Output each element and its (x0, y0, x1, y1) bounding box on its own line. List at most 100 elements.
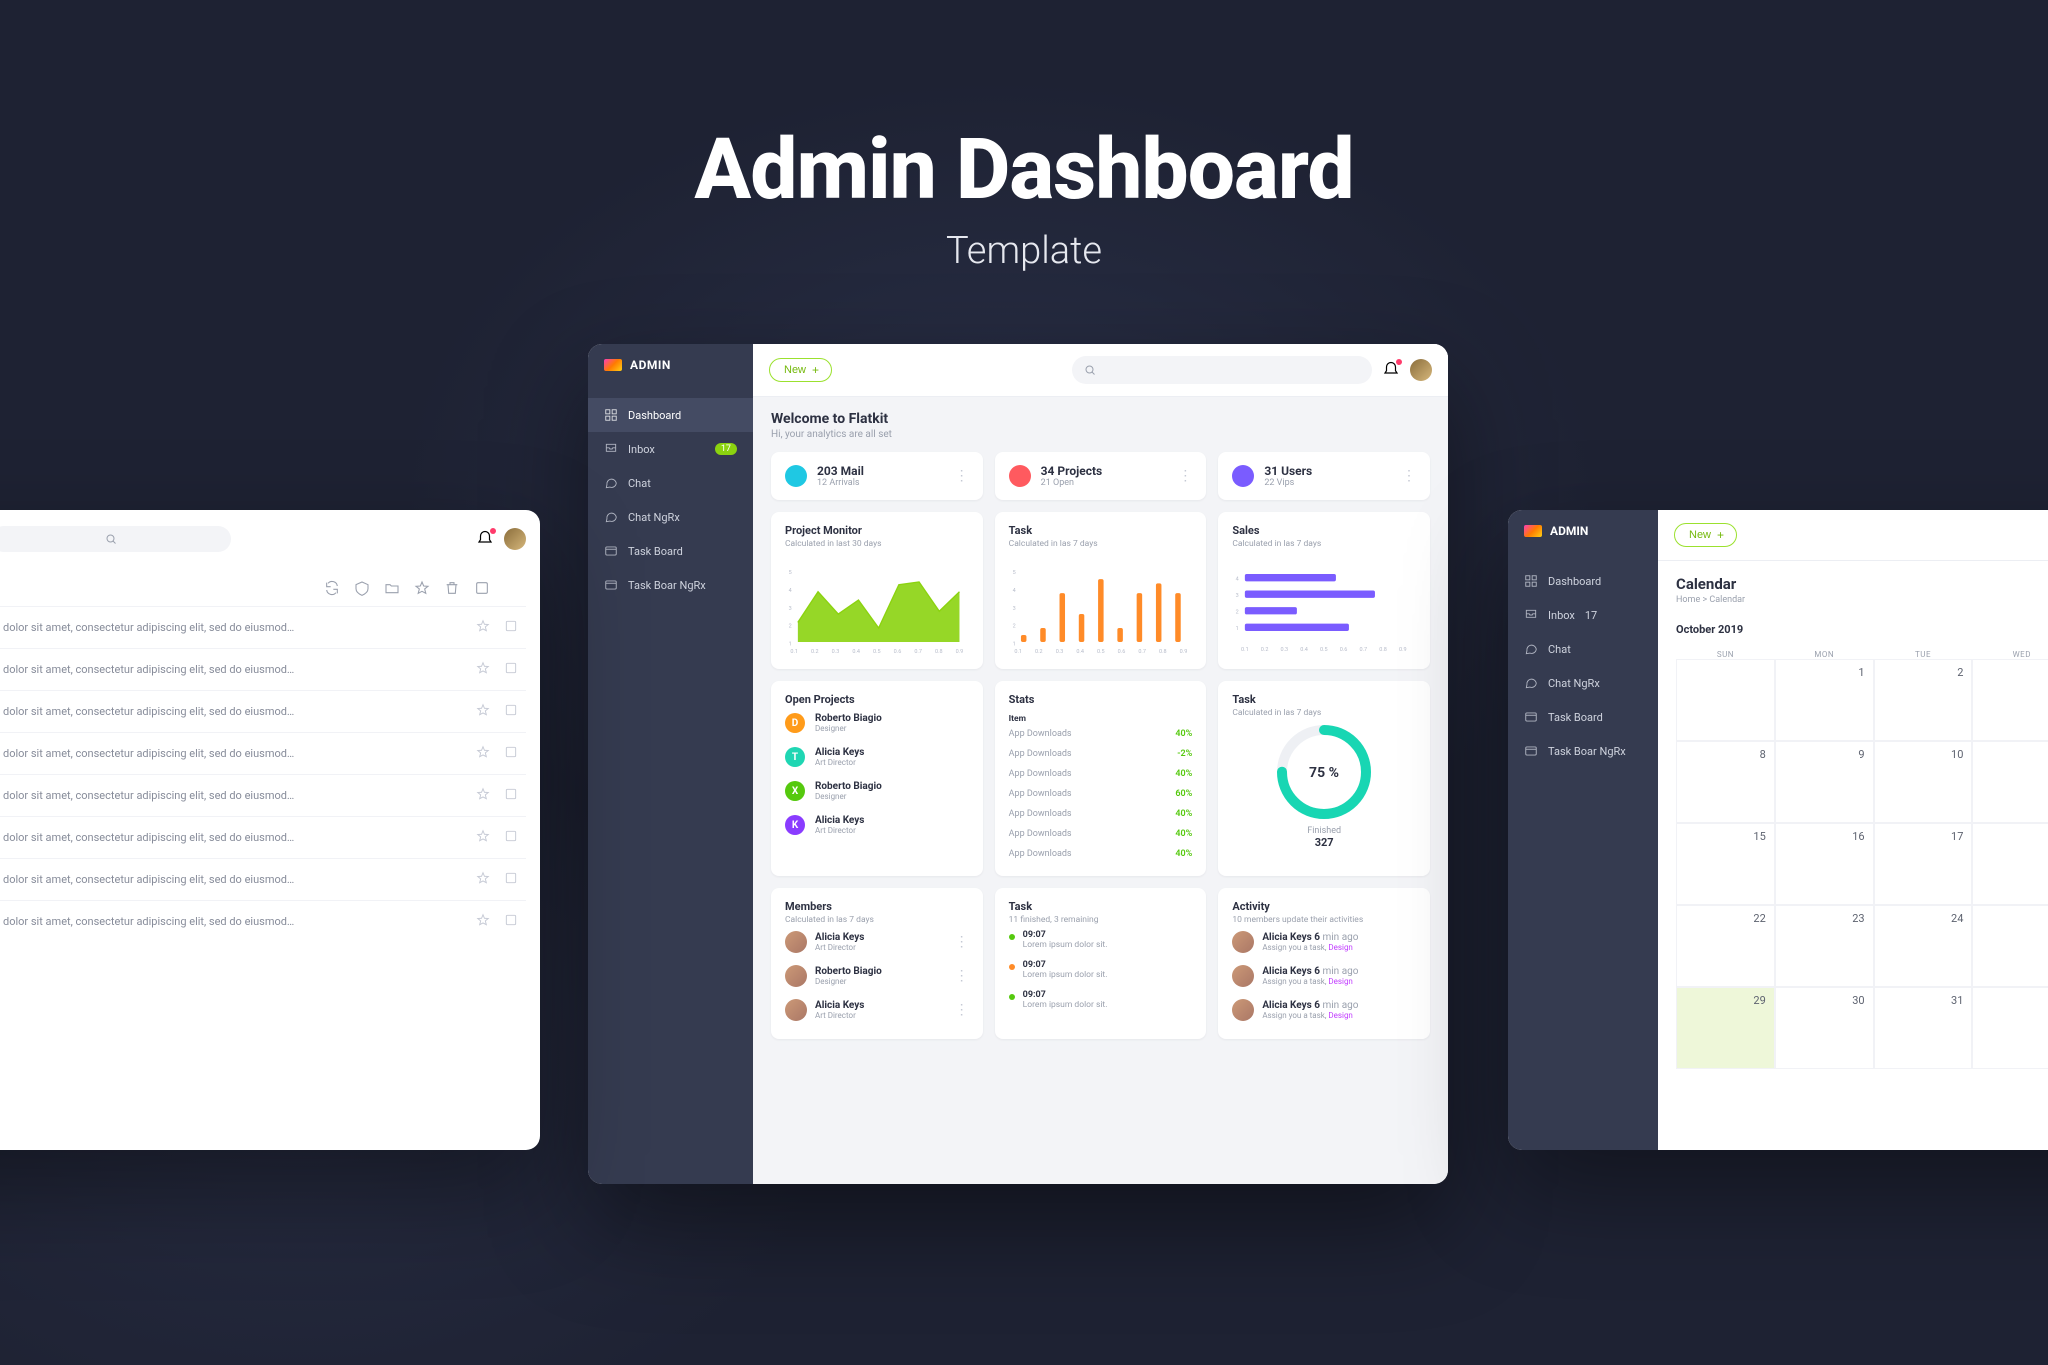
kebab-icon[interactable]: ⋮ (955, 468, 969, 484)
stat-card[interactable]: 34 Projects 21 Open ⋮ (995, 452, 1207, 500)
task-row[interactable]: 09:07 Lorem ipsum dolor sit. (1009, 985, 1193, 1015)
member-row[interactable]: Alicia Keys Art Director ⋮ (785, 993, 969, 1027)
inbox-row[interactable]: d Lorem ipsum dolor sit amet, consectetu… (0, 690, 526, 732)
checkbox-icon[interactable] (504, 619, 518, 636)
member-row[interactable]: Alicia Keys Art Director ⋮ (785, 925, 969, 959)
calendar-cell[interactable]: 25 (1972, 905, 2048, 987)
calendar-cell[interactable]: 18 (1972, 823, 2048, 905)
avatar[interactable] (1410, 359, 1432, 381)
checkbox-icon[interactable] (504, 871, 518, 888)
star-icon[interactable] (476, 661, 490, 678)
checkbox-icon[interactable] (504, 787, 518, 804)
tag-icon[interactable] (354, 580, 370, 596)
calendar-cell[interactable]: 1 (1972, 987, 2048, 1069)
checkbox-icon[interactable] (504, 745, 518, 762)
sidebar-item-inbox[interactable]: Inbox 17 (1508, 598, 1658, 632)
calendar-cell[interactable]: 8 (1676, 741, 1775, 823)
kebab-icon[interactable]: ⋮ (1402, 468, 1416, 484)
sidebar-item-task-board[interactable]: Task Board (588, 534, 753, 568)
task-row[interactable]: 09:07 Lorem ipsum dolor sit. (1009, 925, 1193, 955)
refresh-icon[interactable] (324, 580, 340, 596)
stat-card[interactable]: 203 Mail 12 Arrivals ⋮ (771, 452, 983, 500)
checkbox-icon[interactable] (474, 580, 490, 596)
search-input[interactable] (1072, 356, 1372, 384)
calendar-cell[interactable]: 3 (1972, 659, 2048, 741)
bell-icon[interactable] (1382, 361, 1400, 379)
kebab-icon[interactable]: ⋮ (1178, 468, 1192, 484)
checkbox-icon[interactable] (504, 829, 518, 846)
project-row[interactable]: D Roberto Biagio Designer (785, 706, 969, 740)
calendar-cell[interactable]: 11 (1972, 741, 2048, 823)
calendar-cell[interactable]: 15 (1676, 823, 1775, 905)
sidebar-item-chat[interactable]: Chat (1508, 632, 1658, 666)
calendar-cell[interactable]: 24 (1874, 905, 1973, 987)
sidebar-item-inbox[interactable]: Inbox 17 (588, 432, 753, 466)
sidebar-item-chat[interactable]: Chat (588, 466, 753, 500)
brand[interactable]: ADMIN (588, 344, 753, 386)
checkbox-icon[interactable] (504, 703, 518, 720)
trash-icon[interactable] (444, 580, 460, 596)
brand[interactable]: ADMIN (1508, 510, 1658, 552)
star-icon[interactable] (476, 745, 490, 762)
sidebar-item-dashboard[interactable]: Dashboard (588, 398, 753, 432)
calendar-cell[interactable]: 30 (1775, 987, 1874, 1069)
calendar-cell[interactable]: 9 (1775, 741, 1874, 823)
activity-row[interactable]: Alicia Keys 6 min ago Assign you a task,… (1232, 959, 1416, 993)
inbox-search[interactable] (0, 526, 231, 552)
star-icon[interactable] (476, 913, 490, 930)
stat-card[interactable]: 31 Users 22 Vips ⋮ (1218, 452, 1430, 500)
chat-icon (1524, 676, 1538, 690)
activity-row[interactable]: Alicia Keys 6 min ago Assign you a task,… (1232, 925, 1416, 959)
status-dot-icon (1009, 964, 1015, 970)
new-button[interactable]: New + (769, 358, 832, 382)
calendar-cell[interactable]: 16 (1775, 823, 1874, 905)
checkbox-icon[interactable] (504, 661, 518, 678)
calendar-cell[interactable]: 23 (1775, 905, 1874, 987)
initial-avatar-icon: T (785, 747, 805, 767)
sidebar-item-dashboard[interactable]: Dashboard (1508, 564, 1658, 598)
member-row[interactable]: Roberto Biagio Designer ⋮ (785, 959, 969, 993)
calendar-cell[interactable]: 17 (1874, 823, 1973, 905)
inbox-row[interactable]: do Lorem ipsum dolor sit amet, consectet… (0, 900, 526, 942)
star-icon[interactable] (476, 787, 490, 804)
inbox-row[interactable]: do Lorem ipsum dolor sit amet, consectet… (0, 732, 526, 774)
project-row[interactable]: T Alicia Keys Art Director (785, 740, 969, 774)
inbox-row[interactable]: d Lorem ipsum dolor sit amet, consectetu… (0, 648, 526, 690)
star-icon[interactable] (414, 580, 430, 596)
kebab-icon[interactable]: ⋮ (955, 968, 969, 984)
activity-row[interactable]: Alicia Keys 6 min ago Assign you a task,… (1232, 993, 1416, 1027)
avatar[interactable] (504, 528, 526, 550)
inbox-row[interactable]: do Lorem ipsum dolor sit amet, consectet… (0, 606, 526, 648)
calendar-cell[interactable]: 10 (1874, 741, 1973, 823)
task-row[interactable]: 09:07 Lorem ipsum dolor sit. (1009, 955, 1193, 985)
svg-text:0.4: 0.4 (852, 649, 860, 655)
kebab-icon[interactable]: ⋮ (955, 934, 969, 950)
calendar-cell[interactable]: 1 (1775, 659, 1874, 741)
sidebar-item-task-board[interactable]: Task Board (1508, 700, 1658, 734)
stat-label: App Downloads (1009, 849, 1072, 859)
calendar-cell[interactable] (1676, 659, 1775, 741)
new-button[interactable]: New + (1674, 523, 1737, 547)
kebab-icon[interactable]: ⋮ (955, 1002, 969, 1018)
inbox-row[interactable]: d Lorem ipsum dolor sit amet, consectetu… (0, 858, 526, 900)
calendar-cell[interactable]: 31 (1874, 987, 1973, 1069)
calendar-cell[interactable]: 2 (1874, 659, 1973, 741)
sidebar-item-chat-ngrx[interactable]: Chat NgRx (588, 500, 753, 534)
calendar-cell[interactable]: 22 (1676, 905, 1775, 987)
folder-icon[interactable] (384, 580, 400, 596)
bell-icon[interactable] (476, 530, 494, 548)
sidebar-item-chat-ngrx[interactable]: Chat NgRx (1508, 666, 1658, 700)
star-icon[interactable] (476, 703, 490, 720)
sidebar-item-task-boar-ngrx[interactable]: Task Boar NgRx (588, 568, 753, 602)
checkbox-icon[interactable] (504, 913, 518, 930)
star-icon[interactable] (476, 619, 490, 636)
project-row[interactable]: K Alicia Keys Art Director (785, 808, 969, 842)
star-icon[interactable] (476, 829, 490, 846)
inbox-row[interactable]: d Lorem ipsum dolor sit amet, consectetu… (0, 774, 526, 816)
project-row[interactable]: X Roberto Biagio Designer (785, 774, 969, 808)
avatar (785, 965, 807, 987)
inbox-row[interactable]: d Lorem ipsum dolor sit amet, consectetu… (0, 816, 526, 858)
calendar-cell[interactable]: 29 (1676, 987, 1775, 1069)
star-icon[interactable] (476, 871, 490, 888)
sidebar-item-task-boar-ngrx[interactable]: Task Boar NgRx (1508, 734, 1658, 768)
